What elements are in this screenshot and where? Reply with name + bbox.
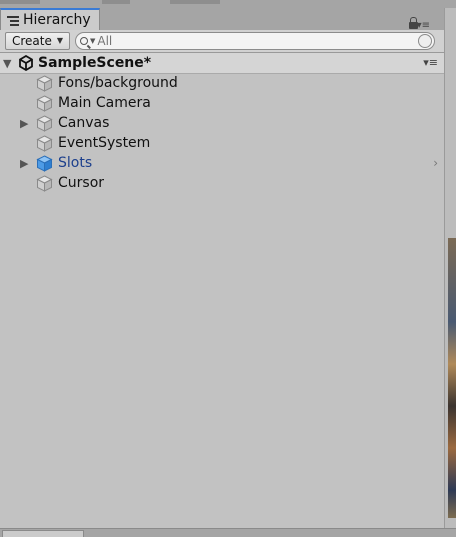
- search-cancel-icon[interactable]: [418, 34, 432, 48]
- expand-triangle-icon[interactable]: ▶: [20, 157, 30, 170]
- hierarchy-item-fons-background[interactable]: Fons/background: [0, 73, 444, 93]
- tab-hierarchy[interactable]: Hierarchy: [0, 8, 100, 30]
- create-label: Create: [12, 34, 52, 48]
- top-strip: [0, 0, 456, 8]
- gameobject-cube-icon: [36, 175, 53, 192]
- search-icon[interactable]: [80, 37, 88, 45]
- hierarchy-item-cursor[interactable]: Cursor: [0, 173, 444, 193]
- chevron-down-icon: ▼: [56, 36, 64, 45]
- chevron-right-icon[interactable]: ›: [433, 156, 438, 170]
- tab-bar: Hierarchy ▾≡: [0, 8, 444, 31]
- create-button[interactable]: Create ▼: [5, 32, 71, 50]
- hierarchy-item-canvas[interactable]: ▶ Canvas: [0, 113, 444, 133]
- scene-view-edge: [448, 238, 456, 518]
- hierarchy-list-icon: [7, 15, 19, 26]
- gameobject-cube-icon: [36, 135, 53, 152]
- hierarchy-item-main-camera[interactable]: Main Camera: [0, 93, 444, 113]
- scene-name: SampleScene*: [38, 55, 152, 71]
- search-field[interactable]: ▼: [75, 32, 435, 50]
- gameobject-cube-icon: [36, 115, 53, 132]
- expand-triangle-icon[interactable]: ▶: [20, 117, 30, 130]
- hierarchy-item-label: EventSystem: [58, 135, 151, 151]
- hierarchy-toolbar: Create ▼ ▼: [0, 30, 444, 53]
- hierarchy-item-label: Cursor: [58, 175, 105, 191]
- gameobject-cube-icon: [36, 95, 53, 112]
- tab-label: Hierarchy: [23, 12, 91, 28]
- gameobject-cube-icon: [36, 75, 53, 92]
- hierarchy-item-eventsystem[interactable]: EventSystem: [0, 133, 444, 153]
- hierarchy-item-label: Main Camera: [58, 95, 151, 111]
- search-input[interactable]: [97, 34, 398, 48]
- hierarchy-tree: Fons/background Main Camera ▶ Canvas Eve…: [0, 73, 444, 193]
- search-filter-caret-icon[interactable]: ▼: [90, 37, 95, 45]
- prefab-cube-icon: [36, 155, 53, 172]
- unity-logo-icon: [19, 55, 33, 71]
- hierarchy-item-label: Slots: [58, 155, 93, 171]
- collapse-triangle-icon[interactable]: ▼: [3, 57, 13, 70]
- scene-header[interactable]: ▼ SampleScene* ▾≡: [0, 53, 444, 74]
- hierarchy-item-label: Fons/background: [58, 75, 178, 91]
- scene-menu-icon[interactable]: ▾≡: [423, 56, 438, 69]
- hierarchy-item-label: Canvas: [58, 115, 110, 131]
- hierarchy-item-slots[interactable]: ▶ Slots ›: [0, 153, 444, 173]
